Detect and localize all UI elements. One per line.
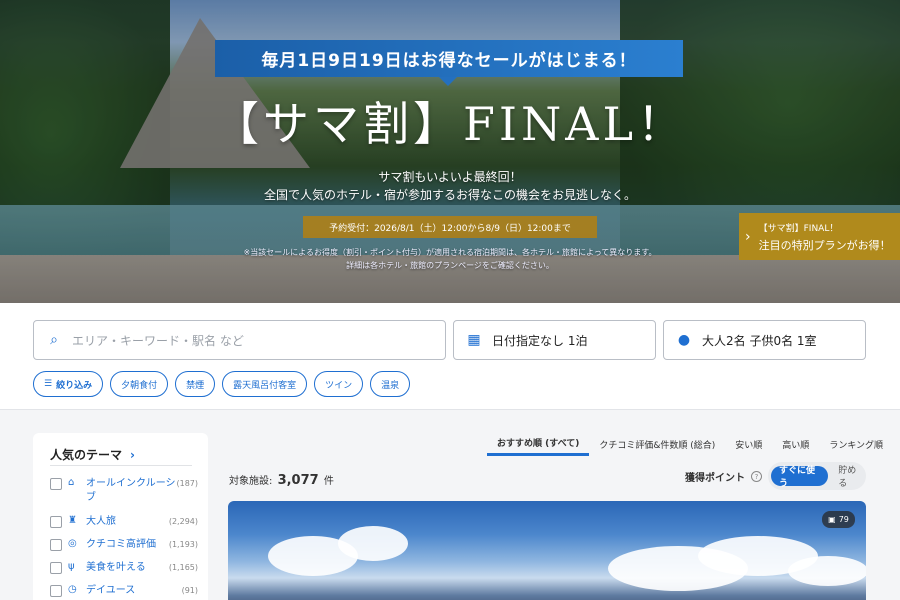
filter-button[interactable]: ☰ 絞り込み xyxy=(33,371,104,397)
theme-sidebar: 人気のテーマ › ⌂ オールインクルーシブ (187) ♜ 大人旅 (2,294) ◎ クチ… xyxy=(33,433,208,600)
chip-label: 絞り込み xyxy=(56,380,93,391)
theme-label: 美食を叶える xyxy=(86,562,146,573)
theme-label: デイユース xyxy=(86,585,136,596)
theme-count: (1,193) xyxy=(168,540,198,549)
theme-count: (91) xyxy=(181,586,198,595)
points-label: 獲得ポイント? xyxy=(685,469,762,484)
chip-twin[interactable]: ツイン xyxy=(314,371,364,397)
promo-line-2: 注目の特別プランがお得！ xyxy=(758,238,891,252)
sort-tabs: おすすめ順 (すべて) クチコミ評価&件数順 (総合) 安い順 高い順 ランキン… xyxy=(487,432,893,456)
checkbox[interactable] xyxy=(50,516,62,528)
hero-subtitle-2: 全国で人気のホテル・宿が参加するお得なこの機会をお見逃しなく。 xyxy=(263,188,636,202)
theme-item[interactable]: ψ 美食を叶える (1,165) xyxy=(50,561,198,575)
points-toggle[interactable]: すぐに使う 貯める xyxy=(768,462,866,490)
search-icon: ⌕ xyxy=(50,332,58,348)
sale-banner: 毎月1日9日19日はお得なセールがはじまる！ xyxy=(215,40,683,86)
person-icon: ● xyxy=(677,332,691,348)
filter-icon: ☰ xyxy=(44,379,53,389)
chip-meals[interactable]: 夕朝食付 xyxy=(110,371,169,397)
all-inclusive-icon: ⌂ xyxy=(68,477,75,488)
theme-heading[interactable]: 人気のテーマ › xyxy=(50,446,135,463)
theme-item[interactable]: ♜ 大人旅 (2,294) xyxy=(50,515,198,529)
checkbox[interactable] xyxy=(50,585,62,597)
tab-expensive[interactable]: 高い順 xyxy=(772,432,819,456)
checkbox[interactable] xyxy=(50,562,62,574)
result-count-unit: 件 xyxy=(323,476,334,487)
points-label-text: 獲得ポイント xyxy=(685,473,745,484)
theme-item[interactable]: ◎ クチコミ高評価 (1,193) xyxy=(50,538,198,552)
hero-note-2: 詳細は各ホテル・旅館のプランページをご確認ください。 xyxy=(346,261,554,270)
guest-value: 大人2名 子供0名 1室 xyxy=(702,333,817,348)
date-picker[interactable]: ▦ 日付指定なし 1泊 xyxy=(453,320,656,360)
calendar-icon: ▦ xyxy=(467,332,481,348)
help-icon[interactable]: ? xyxy=(751,471,762,482)
theme-count: (2,294) xyxy=(168,517,198,526)
result-count-label: 対象施設: xyxy=(229,476,273,487)
chip-nonsmoking[interactable]: 禁煙 xyxy=(175,371,216,397)
adult-trip-icon: ♜ xyxy=(68,515,77,526)
chevron-right-icon: › xyxy=(130,448,135,462)
clock-icon: ◷ xyxy=(68,584,77,595)
tab-cheapest[interactable]: 安い順 xyxy=(725,432,772,456)
theme-item[interactable]: ⌂ オールインクルーシブ (187) xyxy=(50,477,198,505)
theme-heading-label: 人気のテーマ xyxy=(50,448,123,462)
result-count-value: 3,077 xyxy=(277,473,319,488)
photo-count-badge[interactable]: ▣ 79 xyxy=(822,511,855,528)
sale-banner-text: 毎月1日9日19日はお得なセールがはじまる！ xyxy=(261,51,637,71)
checkbox[interactable] xyxy=(50,478,62,490)
promo-line-1: 【サマ割】FINAL！ xyxy=(758,223,839,234)
image-icon: ▣ xyxy=(828,515,836,524)
theme-count: (187) xyxy=(176,479,198,488)
date-value: 日付指定なし 1泊 xyxy=(492,333,588,348)
tab-recommended[interactable]: おすすめ順 (すべて) xyxy=(487,432,590,456)
hotel-photo[interactable] xyxy=(228,501,866,600)
review-icon: ◎ xyxy=(68,538,77,549)
theme-item[interactable]: ◷ デイユース (91) xyxy=(50,584,198,598)
theme-label: オールインクルーシブ xyxy=(86,478,176,503)
dining-icon: ψ xyxy=(68,561,75,572)
chip-private-bath[interactable]: 露天風呂付客室 xyxy=(222,371,308,397)
hero-subtitle-1: サマ割もいよいよ最終回！ xyxy=(378,170,522,184)
tab-ranking[interactable]: ランキング順 xyxy=(819,432,893,456)
photo-count: 79 xyxy=(838,515,849,524)
hero-title: 【サマ割】FINAL！ xyxy=(212,97,688,151)
theme-label: クチコミ高評価 xyxy=(86,539,156,550)
chevron-right-icon: › xyxy=(745,228,751,245)
theme-label: 大人旅 xyxy=(86,516,116,527)
filter-chips: ☰ 絞り込み 夕朝食付 禁煙 露天風呂付客室 ツイン 温泉 xyxy=(33,371,411,397)
result-count: 対象施設: 3,077 件 xyxy=(229,472,334,488)
guest-picker[interactable]: ● 大人2名 子供0名 1室 xyxy=(663,320,866,360)
save-option[interactable]: 貯める xyxy=(828,463,863,489)
keyword-search-input[interactable]: ⌕ エリア・キーワード・駅名 など xyxy=(33,320,446,360)
booking-period: 予約受付：2026/8/1（土）12:00から8/9（日）12:00まで xyxy=(303,216,597,238)
promo-link[interactable]: › 【サマ割】FINAL！ 注目の特別プランがお得！ xyxy=(739,213,900,260)
keyword-placeholder: エリア・キーワード・駅名 など xyxy=(72,333,244,348)
checkbox[interactable] xyxy=(50,539,62,551)
search-panel: ⌕ エリア・キーワード・駅名 など ▦ 日付指定なし 1泊 ● 大人2名 子供0… xyxy=(0,303,900,410)
theme-count: (1,165) xyxy=(168,563,198,572)
tab-review[interactable]: クチコミ評価&件数順 (総合) xyxy=(589,432,725,456)
use-now-option[interactable]: すぐに使う xyxy=(771,466,829,489)
chip-onsen[interactable]: 温泉 xyxy=(370,371,411,397)
